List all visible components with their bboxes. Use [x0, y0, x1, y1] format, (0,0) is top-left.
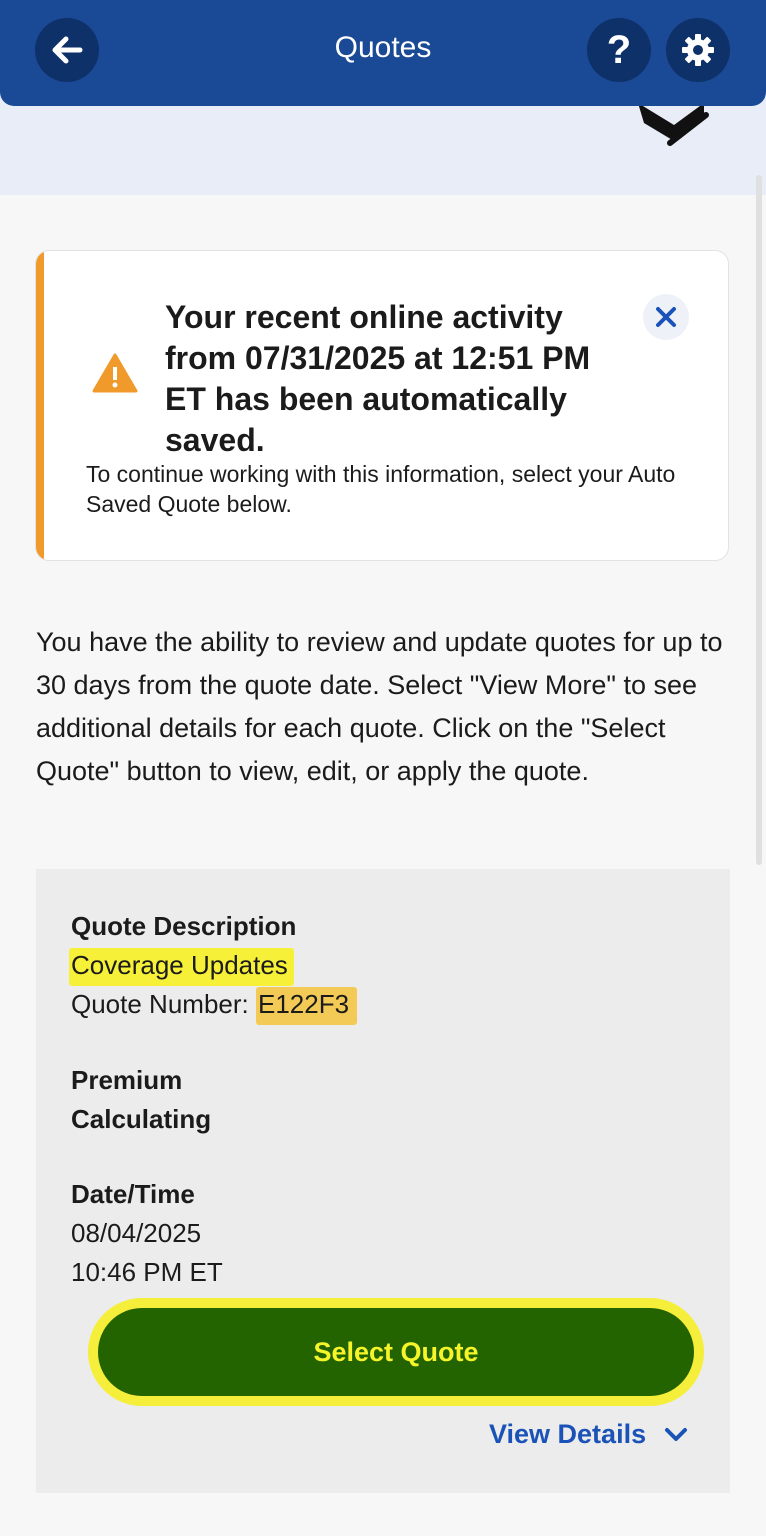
select-quote-button[interactable]: Select Quote — [98, 1308, 694, 1396]
premium-value: Calculating — [71, 1104, 212, 1134]
quote-description-text: Coverage Updates — [69, 948, 294, 986]
app-header: Quotes ? — [0, 0, 766, 106]
quote-card: Quote Description Coverage Updates Quote… — [36, 869, 730, 1493]
select-quote-label: Select Quote — [313, 1336, 479, 1367]
quote-description-value: Coverage Updates — [69, 948, 294, 986]
quote-number-label: Quote Number: — [71, 989, 249, 1019]
chevron-down-icon — [665, 1427, 688, 1441]
scrollbar[interactable] — [756, 175, 762, 865]
alert-close-button[interactable] — [643, 294, 689, 340]
alert-accent-bar — [36, 251, 44, 560]
settings-button[interactable] — [666, 18, 730, 82]
warning-icon — [92, 353, 138, 393]
autosave-alert: Your recent online activity from 07/31/2… — [35, 250, 729, 561]
alert-message: To continue working with this informatio… — [86, 461, 676, 517]
gear-icon — [682, 34, 714, 66]
help-button[interactable]: ? — [587, 18, 651, 82]
quote-date: 08/04/2025 — [71, 1218, 202, 1248]
view-details-label: View Details — [489, 1419, 647, 1449]
quote-number-value: E122F3 — [255, 987, 358, 1025]
quote-time: 10:46 PM ET — [71, 1257, 223, 1287]
intro-text: You have the ability to review and updat… — [36, 627, 723, 786]
alert-title: Your recent online activity from 07/31/2… — [165, 299, 591, 458]
help-icon: ? — [606, 28, 632, 72]
premium-label: Premium — [71, 1065, 183, 1095]
view-details-link[interactable]: View Details — [489, 1419, 688, 1450]
datetime-label: Date/Time — [71, 1179, 195, 1209]
quote-description-label: Quote Description — [71, 911, 297, 941]
close-icon — [656, 307, 676, 327]
page-title: Quotes — [334, 31, 432, 64]
quote-number-row: Quote Number: E122F3 — [71, 987, 358, 1025]
